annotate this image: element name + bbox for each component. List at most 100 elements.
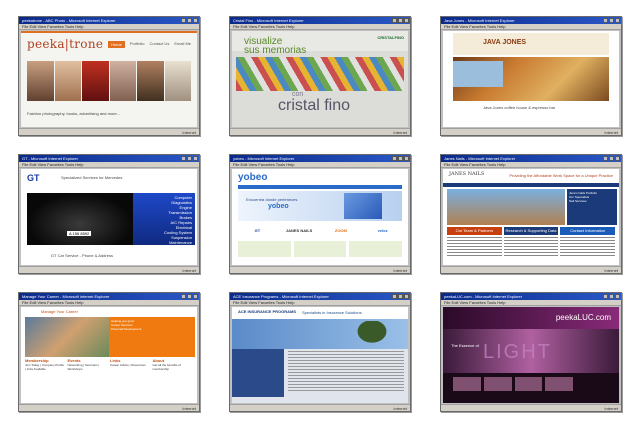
browser-window-insurance[interactable]: ACE Insurance Programs - Microsoft Inter… (229, 292, 411, 412)
column-links[interactable]: Get all the benefits of membership (153, 363, 181, 371)
maximize-icon[interactable] (609, 18, 614, 23)
window-titlebar[interactable]: yobeo - Microsoft Internet Explorer (230, 155, 410, 162)
close-icon[interactable] (193, 156, 198, 161)
close-icon[interactable] (404, 294, 409, 299)
nav-bar[interactable] (443, 183, 619, 187)
nav-email[interactable]: Email Me (174, 41, 191, 48)
site-logo[interactable]: ACE INSURANCE PROGRAMS (238, 309, 296, 314)
browser-window-cristalfino[interactable]: Cristal Fino - Microsoft Internet Explor… (229, 16, 411, 136)
close-icon[interactable] (404, 156, 409, 161)
window-titlebar[interactable]: ACE Insurance Programs - Microsoft Inter… (230, 293, 410, 300)
close-icon[interactable] (404, 18, 409, 23)
photo-thumb[interactable] (514, 377, 543, 391)
close-icon[interactable] (193, 18, 198, 23)
partner-logo[interactable]: ZOOM (322, 225, 361, 237)
window-controls[interactable] (181, 156, 198, 161)
partner-logo[interactable]: veloz (363, 225, 402, 237)
maximize-icon[interactable] (187, 294, 192, 299)
maximize-icon[interactable] (398, 18, 403, 23)
close-icon[interactable] (615, 294, 620, 299)
feature-box[interactable]: Our Team & Partners (447, 227, 502, 235)
column-links[interactable]: Networking | Seminars | Workshops (68, 363, 100, 371)
maximize-icon[interactable] (187, 156, 192, 161)
menu-bar[interactable]: File Edit View Favorites Tools Help (441, 162, 621, 168)
maximize-icon[interactable] (187, 18, 192, 23)
promo-banner[interactable] (293, 241, 347, 257)
nav-home[interactable]: Home (108, 41, 125, 48)
window-titlebar[interactable]: peekaLUC.com - Microsoft Internet Explor… (441, 293, 621, 300)
close-icon[interactable] (615, 18, 620, 23)
window-titlebar[interactable]: GT - Microsoft Internet Explorer (19, 155, 199, 162)
feature-box[interactable]: Contact Information (560, 227, 616, 235)
maximize-icon[interactable] (398, 294, 403, 299)
sidebar-item[interactable]: Nail Services (569, 199, 615, 203)
minimize-icon[interactable] (603, 18, 608, 23)
window-controls[interactable] (392, 156, 409, 161)
minimize-icon[interactable] (392, 294, 397, 299)
browser-window-peekatrone[interactable]: peekatrone - ABC Photo - Microsoft Inter… (18, 16, 200, 136)
nav-portfolio[interactable]: Portfolio (130, 41, 145, 48)
window-controls[interactable] (181, 18, 198, 23)
brand-logo[interactable]: CRISTALFINO (377, 35, 404, 40)
photo-thumb[interactable] (109, 61, 136, 101)
browser-window-yobeo[interactable]: yobeo - Microsoft Internet Explorer File… (229, 154, 411, 274)
menu-bar[interactable]: File Edit View Favorites Tools Help (19, 162, 199, 168)
menu-bar[interactable]: File Edit View Favorites Tools Help (230, 162, 410, 168)
site-logo[interactable]: peeka|trone (27, 37, 103, 51)
photo-thumb[interactable] (137, 61, 164, 101)
window-controls[interactable] (603, 294, 620, 299)
menu-bar[interactable]: File Edit View Favorites Tools Help (19, 300, 199, 306)
minimize-icon[interactable] (392, 156, 397, 161)
window-titlebar[interactable]: Cristal Fino - Microsoft Internet Explor… (230, 17, 410, 24)
menu-bar[interactable]: File Edit View Favorites Tools Help (441, 24, 621, 30)
site-logo[interactable]: JANES NAILS (449, 171, 484, 177)
window-titlebar[interactable]: Janes Nails - Microsoft Internet Explore… (441, 155, 621, 162)
window-controls[interactable] (603, 18, 620, 23)
photo-thumb[interactable] (82, 61, 109, 101)
promo-banner[interactable] (349, 241, 403, 257)
menu-bar[interactable]: File Edit View Favorites Tools Help (19, 24, 199, 30)
window-controls[interactable] (392, 18, 409, 23)
photo-thumb[interactable] (483, 377, 512, 391)
maximize-icon[interactable] (609, 156, 614, 161)
photo-thumb[interactable] (164, 61, 191, 101)
window-controls[interactable] (603, 156, 620, 161)
photo-thumb[interactable] (54, 61, 81, 101)
site-logo[interactable]: GT (27, 173, 40, 183)
browser-window-peekaluc[interactable]: peekaLUC.com - Microsoft Internet Explor… (440, 292, 622, 412)
menu-item[interactable]: Fuel System (136, 245, 192, 250)
minimize-icon[interactable] (181, 294, 186, 299)
feature-box[interactable]: Research & Supporting Data (503, 227, 559, 235)
maximize-icon[interactable] (609, 294, 614, 299)
nav-contact[interactable]: Contact Us (150, 41, 170, 48)
browser-window-janesnails[interactable]: Janes Nails - Microsoft Internet Explore… (440, 154, 622, 274)
window-controls[interactable] (392, 294, 409, 299)
window-titlebar[interactable]: peekatrone - ABC Photo - Microsoft Inter… (19, 17, 199, 24)
browser-window-javajones[interactable]: Java Jones - Microsoft Internet Explorer… (440, 16, 622, 136)
column-links[interactable]: Career Advice | Resources (110, 363, 146, 367)
window-controls[interactable] (181, 294, 198, 299)
site-logo[interactable]: peekaLUC.com (556, 313, 611, 322)
minimize-icon[interactable] (181, 18, 186, 23)
partner-logo[interactable]: JANES NAILS (280, 225, 319, 237)
site-logo[interactable]: JAVA JONES (483, 39, 526, 46)
minimize-icon[interactable] (392, 18, 397, 23)
menu-bar[interactable]: File Edit View Favorites Tools Help (441, 300, 621, 306)
column-links[interactable]: Join Today | Company Profile | Jobs Avai… (25, 363, 64, 371)
login-panel[interactable] (232, 349, 284, 397)
close-icon[interactable] (193, 294, 198, 299)
maximize-icon[interactable] (398, 156, 403, 161)
photo-thumb[interactable] (453, 377, 481, 391)
tab-bar[interactable] (238, 185, 402, 189)
minimize-icon[interactable] (603, 156, 608, 161)
site-logo[interactable]: yobeo (238, 172, 267, 183)
window-titlebar[interactable]: Manage Your Career - Microsoft Internet … (19, 293, 199, 300)
close-icon[interactable] (615, 156, 620, 161)
window-titlebar[interactable]: Java Jones - Microsoft Internet Explorer (441, 17, 621, 24)
partner-logo[interactable]: GT (238, 225, 277, 237)
promo-banner[interactable] (238, 241, 291, 257)
browser-window-gt[interactable]: GT - Microsoft Internet Explorer File Ed… (18, 154, 200, 274)
photo-thumb[interactable] (545, 377, 573, 391)
minimize-icon[interactable] (181, 156, 186, 161)
minimize-icon[interactable] (603, 294, 608, 299)
